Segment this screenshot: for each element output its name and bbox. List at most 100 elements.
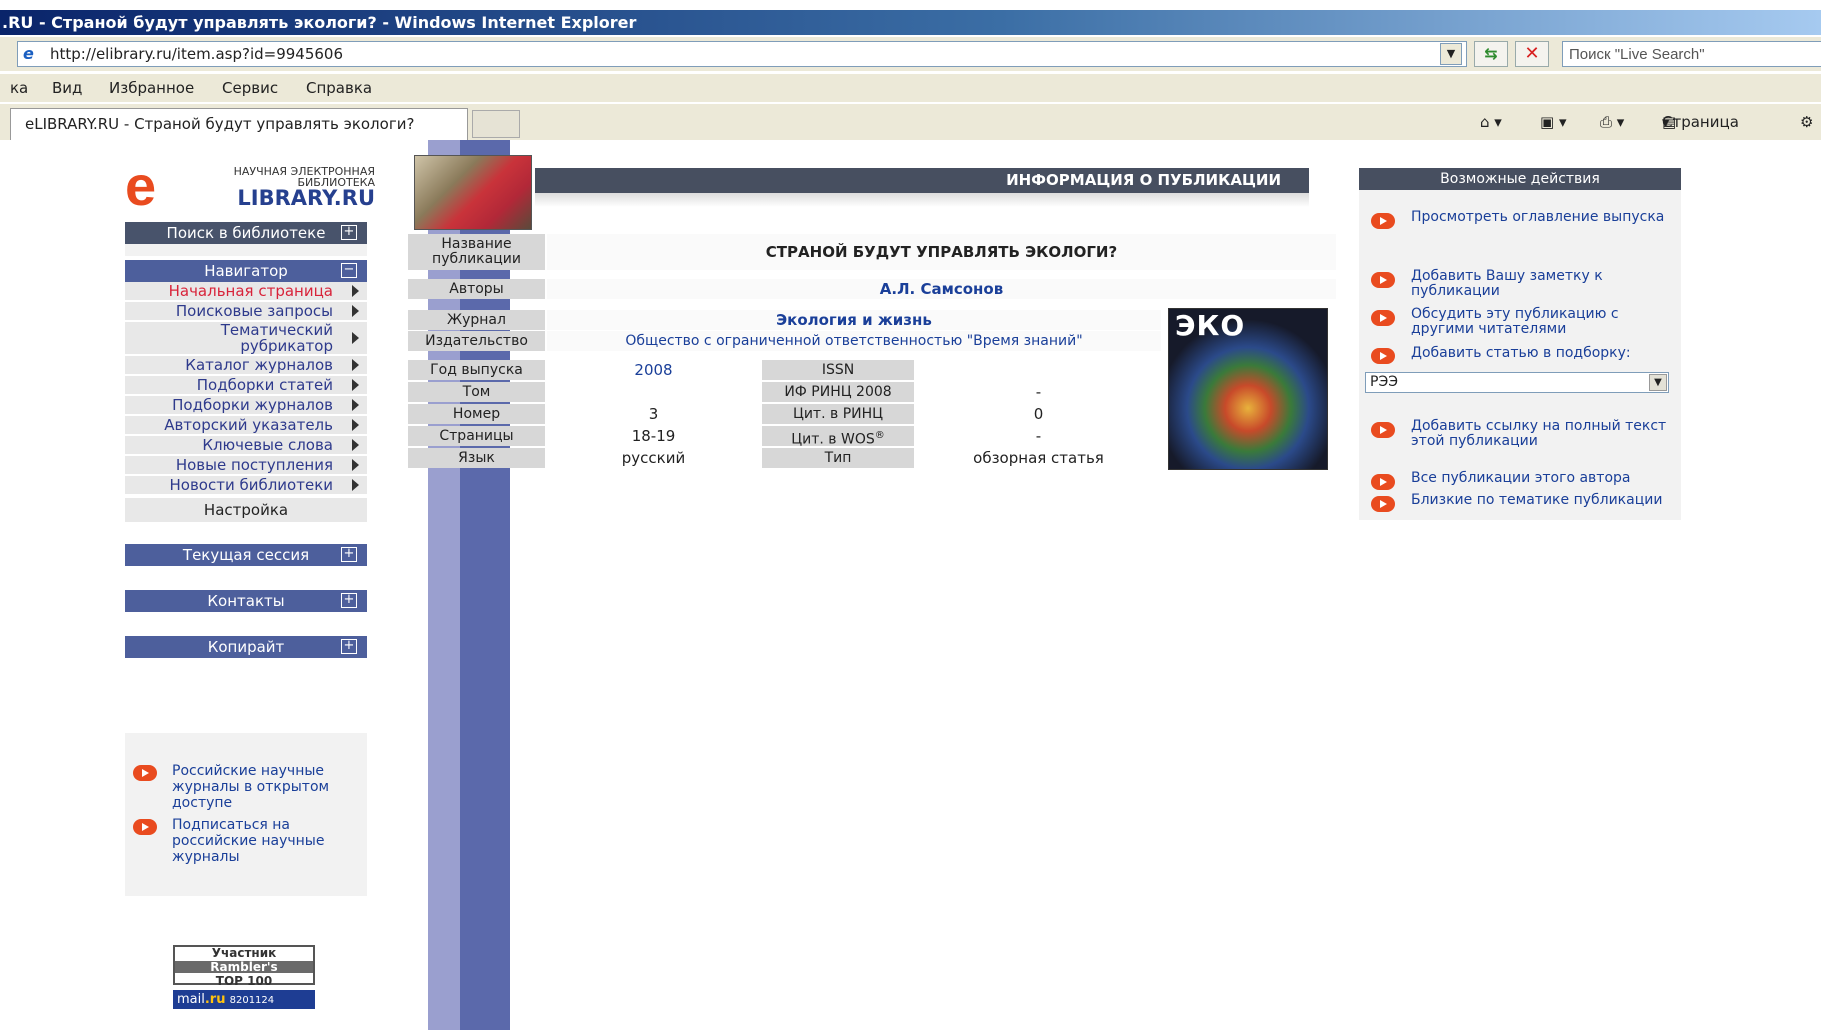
- url-field[interactable]: e http://elibrary.ru/item.asp?id=9945606: [17, 41, 1467, 67]
- nav-label: Авторский указатель: [164, 416, 333, 434]
- arrow-right-icon: [352, 285, 359, 297]
- tools-icon[interactable]: ⚙: [1800, 104, 1813, 140]
- nav-library-news[interactable]: Новости библиотеки: [125, 476, 367, 494]
- action-add-fulltext-link[interactable]: Добавить ссылку на полный текст этой пуб…: [1411, 419, 1671, 449]
- wos-registered-mark: ®: [874, 430, 885, 441]
- wos-label-text: Цит. в WOS: [791, 431, 875, 448]
- new-tab-button[interactable]: [472, 110, 520, 138]
- label-journal: Журнал: [408, 310, 545, 330]
- nav-journal-collections[interactable]: Подборки журналов: [125, 396, 367, 414]
- publication-publisher-link[interactable]: Общество с ограниченной ответственностью…: [547, 331, 1161, 351]
- navigator-header[interactable]: Навигатор −: [125, 260, 367, 282]
- label-volume: Том: [408, 382, 545, 402]
- nav-label: Новости библиотеки: [169, 476, 333, 494]
- contacts-header[interactable]: Контакты +: [125, 590, 367, 612]
- url-dropdown-button[interactable]: ▼: [1440, 43, 1462, 65]
- expand-icon[interactable]: +: [341, 593, 357, 608]
- publication-rinc-citations: 0: [916, 404, 1161, 424]
- menu-file[interactable]: ка: [10, 74, 28, 102]
- collection-select[interactable]: РЭЭ ▼: [1365, 372, 1669, 393]
- link-subscribe-journals[interactable]: Подписаться на российские научные журнал…: [172, 817, 362, 865]
- publication-pages: 18-19: [547, 426, 760, 446]
- menu-help[interactable]: Справка: [306, 74, 372, 102]
- nav-search-queries[interactable]: Поисковые запросы: [125, 302, 367, 320]
- nav-journal-catalog[interactable]: Каталог журналов: [125, 356, 367, 374]
- mailru-counter-badge[interactable]: mail.ru 8201124: [173, 990, 315, 1009]
- logo[interactable]: e НАУЧНАЯ ЭЛЕКТРОННАЯ БИБЛИОТЕКА LIBRARY…: [125, 154, 375, 217]
- current-session-header[interactable]: Текущая сессия +: [125, 544, 367, 566]
- search-panel-gap: [125, 244, 367, 256]
- arrow-bullet-icon: [1371, 348, 1395, 364]
- nav-keywords[interactable]: Ключевые слова: [125, 436, 367, 454]
- sidebar-links-panel: Российские научные журналы в открытом до…: [125, 733, 367, 896]
- print-icon[interactable]: ⎙ ▾: [1600, 104, 1624, 140]
- expand-icon[interactable]: +: [341, 639, 357, 654]
- page-menu[interactable]: ▤ Страница ▾: [1662, 104, 1739, 140]
- address-bar: e http://elibrary.ru/item.asp?id=9945606…: [0, 37, 1821, 71]
- publication-year-link[interactable]: 2008: [547, 360, 760, 380]
- publication-authors-link[interactable]: А.Л. Самсонов: [547, 279, 1336, 299]
- label-language: Язык: [408, 448, 545, 468]
- menu-bar: ка Вид Избранное Сервис Справка: [0, 74, 1821, 102]
- action-add-to-collection[interactable]: Добавить статью в подборку:: [1411, 346, 1679, 361]
- nav-settings[interactable]: Настройка: [125, 498, 367, 522]
- label-title: Название публикации: [408, 234, 545, 270]
- action-add-note[interactable]: Добавить Вашу заметку к публикации: [1411, 269, 1671, 299]
- page-menu-label: Страница: [1662, 113, 1739, 131]
- menu-favorites[interactable]: Избранное: [109, 74, 194, 102]
- link-open-access-journals[interactable]: Российские научные журналы в открытом до…: [172, 763, 362, 811]
- expand-icon[interactable]: +: [341, 225, 357, 240]
- rambler-top100-badge[interactable]: Участник Rambler's TOP 100: [173, 945, 315, 988]
- menu-tools[interactable]: Сервис: [222, 74, 278, 102]
- menu-view[interactable]: Вид: [52, 74, 82, 102]
- publication-issn: [916, 360, 1161, 380]
- collapse-icon[interactable]: −: [341, 263, 357, 278]
- action-view-contents[interactable]: Просмотреть оглавление выпуска: [1411, 210, 1671, 225]
- refresh-button[interactable]: ⇆: [1474, 41, 1508, 67]
- search-library-label: Поиск в библиотеке: [166, 224, 326, 242]
- actions-header: Возможные действия: [1359, 168, 1681, 190]
- action-related-publications[interactable]: Близкие по тематике публикации: [1411, 493, 1671, 508]
- journal-cover-title: ЭКО: [1175, 309, 1246, 342]
- arrow-right-icon: [352, 359, 359, 371]
- screen: { "window": { "title": ".RU - Страной бу…: [0, 0, 1821, 1030]
- nav-label: Тематический рубрикатор: [220, 321, 333, 355]
- arrow-right-icon: [352, 399, 359, 411]
- stop-button[interactable]: ✕: [1515, 41, 1549, 67]
- arrow-bullet-icon: [133, 819, 157, 835]
- home-icon[interactable]: ⌂ ▾: [1480, 104, 1502, 140]
- publication-number: 3: [547, 404, 760, 424]
- web-page: e НАУЧНАЯ ЭЛЕКТРОННАЯ БИБЛИОТЕКА LIBRARY…: [10, 140, 1821, 1030]
- copyright-header[interactable]: Копирайт +: [125, 636, 367, 658]
- nav-new-arrivals[interactable]: Новые поступления: [125, 456, 367, 474]
- logo-e-icon: e: [125, 154, 157, 217]
- tab-elibrary[interactable]: eLIBRARY.RU - Страной будут управлять эк…: [10, 108, 468, 140]
- expand-icon[interactable]: +: [341, 547, 357, 562]
- nav-article-collections[interactable]: Подборки статей: [125, 376, 367, 394]
- publication-type: обзорная статья: [916, 448, 1161, 468]
- nav-home[interactable]: Начальная страница: [125, 282, 367, 300]
- publication-journal-link[interactable]: Экология и жизнь: [547, 310, 1161, 330]
- label-rinc-citations: Цит. в РИНЦ: [762, 404, 914, 424]
- label-number: Номер: [408, 404, 545, 424]
- chevron-down-icon[interactable]: ▼: [1649, 374, 1667, 391]
- publication-title: СТРАНОЙ БУДУТ УПРАВЛЯТЬ ЭКОЛОГИ?: [547, 234, 1336, 270]
- arrow-bullet-icon: [1371, 272, 1395, 288]
- label-pages: Страницы: [408, 426, 545, 446]
- nav-label: Подборки статей: [196, 376, 333, 394]
- action-discuss[interactable]: Обсудить эту публикацию с другими читате…: [1411, 307, 1671, 337]
- navigator-label: Навигатор: [204, 262, 288, 280]
- journal-cover-image[interactable]: ЭКО: [1168, 308, 1328, 470]
- label-rinc-if: ИФ РИНЦ 2008: [762, 382, 914, 402]
- feeds-icon[interactable]: ▣ ▾: [1540, 104, 1566, 140]
- journals-thumbnail: [414, 155, 532, 230]
- rambler-line3: TOP 100: [215, 974, 273, 988]
- nav-rubricator[interactable]: Тематический рубрикатор: [125, 322, 367, 354]
- actions-panel: Возможные действия Просмотреть оглавлени…: [1359, 168, 1681, 520]
- action-author-publications[interactable]: Все публикации этого автора: [1411, 471, 1671, 486]
- contacts-label: Контакты: [207, 592, 285, 610]
- live-search-input[interactable]: [1562, 41, 1821, 67]
- arrow-bullet-icon: [1371, 422, 1395, 438]
- nav-author-index[interactable]: Авторский указатель: [125, 416, 367, 434]
- search-library-header[interactable]: Поиск в библиотеке +: [125, 222, 367, 244]
